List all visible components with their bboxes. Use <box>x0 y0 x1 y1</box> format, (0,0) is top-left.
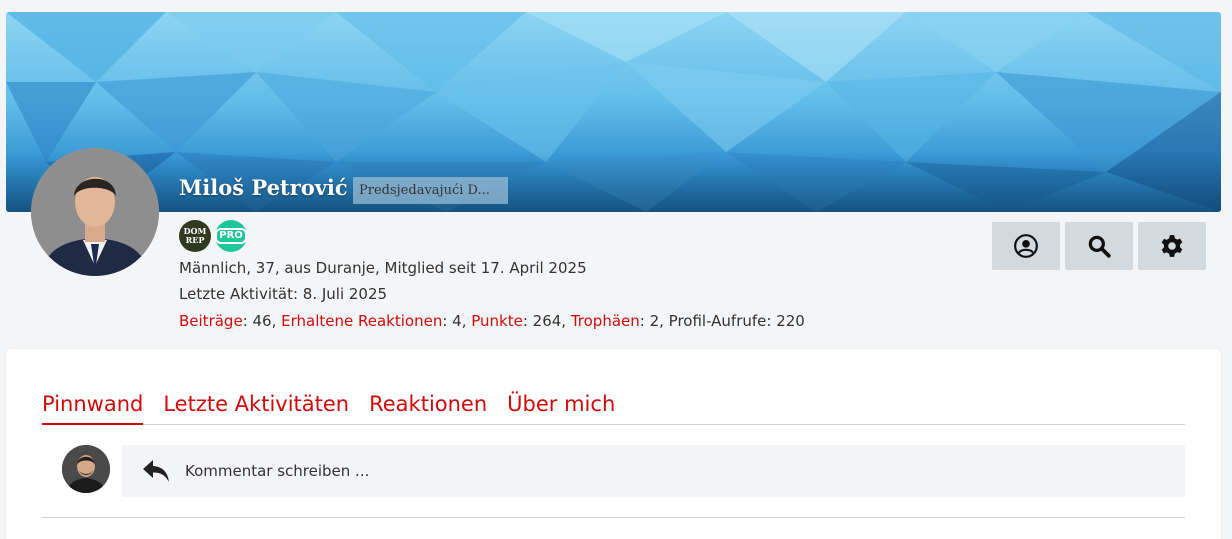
profile-stats: Beiträge: 46, Erhaltene Reaktionen: 4, P… <box>179 312 805 330</box>
user-circle-icon <box>1014 234 1038 258</box>
user-title-banner: Predsjedavajući D... <box>353 177 508 204</box>
search-icon <box>1088 235 1111 258</box>
profile-name: Miloš Petrović <box>179 175 348 200</box>
badge-pro[interactable]: PRO <box>215 220 247 252</box>
stat-reactions-link[interactable]: Erhaltene Reaktionen <box>281 312 442 330</box>
stat-profile-views: Profil-Aufrufe: 220 <box>668 312 805 330</box>
profile-button[interactable] <box>992 222 1060 270</box>
badge-domrep[interactable]: DOM REP <box>179 220 211 252</box>
badge-pro-label: PRO <box>215 228 247 244</box>
comment-input[interactable]: Kommentar schreiben ... <box>122 445 1185 497</box>
stat-points-value: : 264, <box>522 312 571 330</box>
profile-avatar[interactable] <box>31 148 159 276</box>
stat-points-link[interactable]: Punkte <box>471 312 523 330</box>
tab-reaktionen[interactable]: Reaktionen <box>369 389 487 425</box>
profile-content-card: Pinnwand Letzte Aktivitäten Reaktionen Ü… <box>6 349 1221 539</box>
stat-reactions-value: : 4, <box>442 312 472 330</box>
gear-icon <box>1161 235 1183 257</box>
profile-tabs: Pinnwand Letzte Aktivitäten Reaktionen Ü… <box>42 389 1185 425</box>
reply-icon <box>141 457 173 485</box>
tab-ueber-mich[interactable]: Über mich <box>507 389 615 425</box>
current-user-avatar[interactable] <box>62 445 110 493</box>
settings-button[interactable] <box>1138 222 1206 270</box>
stat-trophies-link[interactable]: Trophäen <box>571 312 640 330</box>
divider <box>42 517 1185 518</box>
search-button[interactable] <box>1065 222 1133 270</box>
stat-posts-link[interactable]: Beiträge <box>179 312 243 330</box>
badge-domrep-bottom: REP <box>185 235 205 245</box>
tab-pinnwand[interactable]: Pinnwand <box>42 389 144 425</box>
stat-posts-value: : 46, <box>242 312 282 330</box>
stat-trophies-value: : 2, <box>639 312 669 330</box>
last-activity: Letzte Aktivität: 8. Juli 2025 <box>179 285 388 303</box>
comment-placeholder: Kommentar schreiben ... <box>185 462 370 480</box>
tab-letzte-aktivitaeten[interactable]: Letzte Aktivitäten <box>163 389 349 425</box>
profile-about-line: Männlich, 37, aus Duranje, Mitglied seit… <box>179 259 587 277</box>
